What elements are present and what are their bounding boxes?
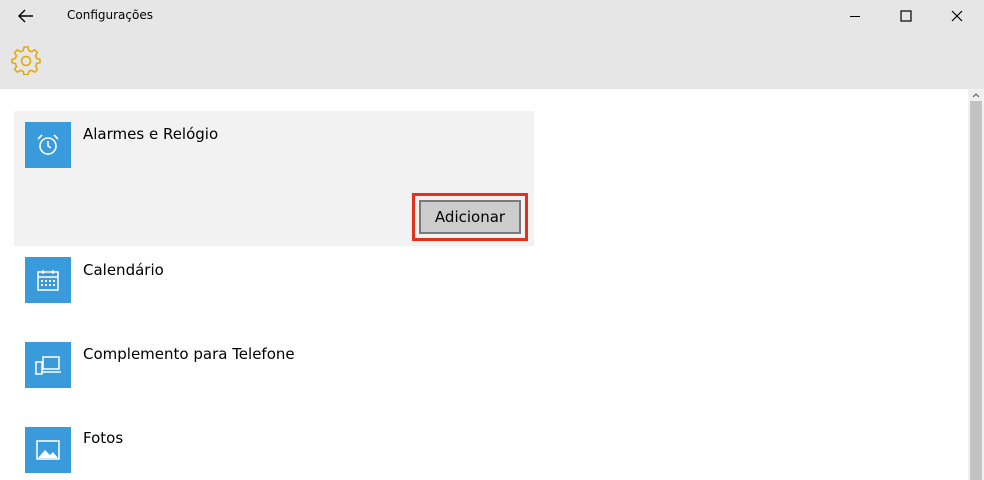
app-tile bbox=[25, 122, 71, 168]
app-item-calendar[interactable]: Calendário bbox=[14, 247, 534, 327]
add-button[interactable]: Adicionar bbox=[419, 200, 521, 234]
app-item-photos[interactable]: Fotos bbox=[14, 415, 534, 480]
app-name: Calendário bbox=[83, 261, 164, 279]
close-icon bbox=[951, 10, 963, 22]
scroll-up-button[interactable] bbox=[968, 89, 984, 101]
minimize-icon bbox=[850, 16, 860, 17]
scroll-thumb[interactable] bbox=[970, 101, 982, 480]
title-bar: Configurações bbox=[0, 0, 984, 32]
add-button-highlight: Adicionar bbox=[412, 193, 528, 241]
vertical-scrollbar[interactable] bbox=[968, 89, 984, 480]
app-name: Alarmes e Relógio bbox=[83, 125, 219, 143]
window-title: Configurações bbox=[67, 8, 153, 22]
alarm-clock-icon bbox=[37, 134, 59, 155]
arrow-left-icon bbox=[18, 9, 33, 23]
close-button[interactable] bbox=[934, 2, 980, 30]
maximize-icon bbox=[900, 10, 912, 22]
chevron-up-icon bbox=[972, 93, 980, 98]
app-tile bbox=[25, 257, 71, 303]
app-name: Complemento para Telefone bbox=[83, 345, 295, 363]
minimize-button[interactable] bbox=[832, 2, 878, 30]
app-item-alarms[interactable]: Alarmes e Relógio Adicionar bbox=[14, 111, 534, 246]
photos-icon bbox=[36, 440, 60, 460]
app-tile bbox=[25, 427, 71, 473]
calendar-icon bbox=[37, 270, 59, 291]
back-button[interactable] bbox=[10, 4, 42, 28]
settings-header bbox=[0, 32, 984, 89]
app-item-phone-companion[interactable]: Complemento para Telefone bbox=[14, 331, 534, 411]
gear-icon bbox=[11, 46, 41, 75]
app-tile bbox=[25, 342, 71, 388]
app-name: Fotos bbox=[83, 429, 124, 447]
phone-companion-icon bbox=[35, 356, 61, 375]
maximize-button[interactable] bbox=[883, 2, 929, 30]
